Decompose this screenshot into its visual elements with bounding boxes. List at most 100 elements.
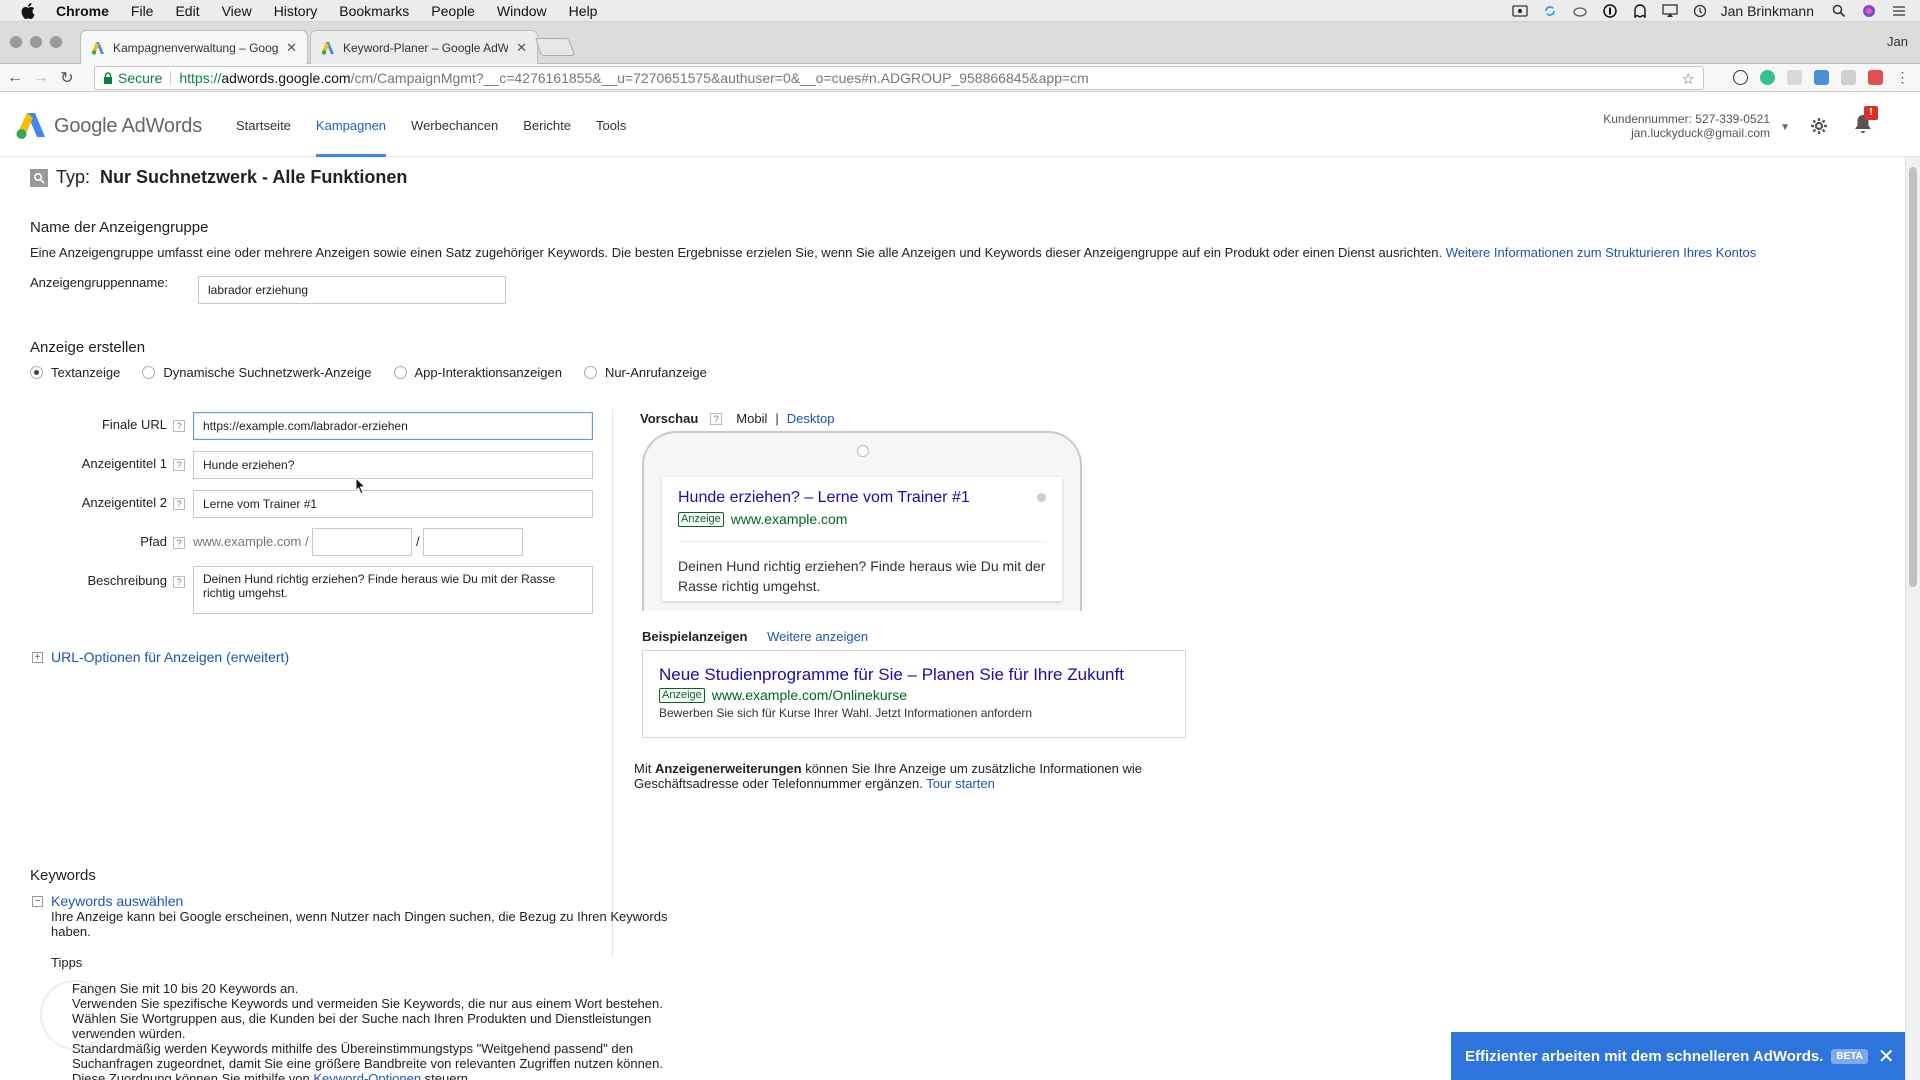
help-icon[interactable]: ?: [173, 419, 185, 432]
adwords-logo[interactable]: Google AdWords: [16, 112, 202, 140]
final-url-input[interactable]: https://example.com/labrador-erziehen: [193, 412, 593, 440]
screen-record-icon[interactable]: [1511, 4, 1529, 18]
example-ad-url: www.example.com/Onlinekurse: [711, 687, 908, 703]
tab-kampagnenverwaltung[interactable]: Kampagnenverwaltung – Goog ✕: [80, 30, 308, 64]
radio-textanzeige[interactable]: Textanzeige: [30, 365, 120, 380]
preview-desktop-toggle[interactable]: Desktop: [787, 411, 835, 426]
radio-label: Nur-Anrufanzeige: [604, 365, 707, 380]
nav-kampagnen[interactable]: Kampagnen: [315, 92, 387, 157]
tab-title: Keyword-Planer – Google AdW: [343, 40, 509, 55]
radio-app-engagement-ad[interactable]: App-Interaktionsanzeigen: [393, 365, 562, 380]
menu-history[interactable]: History: [274, 3, 318, 19]
tab-keyword-planer[interactable]: Keyword-Planer – Google AdW ✕: [310, 30, 538, 64]
expand-plus-icon: +: [32, 651, 43, 663]
back-arrow-icon[interactable]: ←: [4, 69, 26, 87]
radio-button[interactable]: [142, 366, 156, 379]
reload-icon[interactable]: ↻: [56, 68, 78, 88]
chrome-menu-icon[interactable]: ⋮: [1895, 70, 1910, 85]
mailtrack-extension-icon[interactable]: [1760, 70, 1775, 85]
forward-arrow-icon[interactable]: →: [30, 69, 52, 87]
close-window-button[interactable]: [10, 36, 22, 48]
maximize-window-button[interactable]: [50, 36, 62, 48]
menubar-user[interactable]: Jan Brinkmann: [1721, 3, 1814, 19]
minimize-window-button[interactable]: [30, 36, 42, 48]
notifications-bell-icon[interactable]: !: [1854, 106, 1878, 137]
menu-app-name[interactable]: Chrome: [56, 3, 109, 19]
time-machine-icon[interactable]: [1691, 4, 1709, 18]
radio-button[interactable]: [30, 366, 43, 379]
pinterest-extension-icon[interactable]: [1868, 70, 1883, 85]
secure-indicator[interactable]: Secure: [103, 70, 162, 86]
profile-name[interactable]: Jan: [1887, 34, 1908, 49]
menu-window[interactable]: Window: [497, 3, 547, 19]
url-options-link[interactable]: URL-Optionen für Anzeigen (erweitert): [51, 649, 289, 665]
close-icon[interactable]: ✕: [1878, 1044, 1895, 1069]
path1-input[interactable]: [312, 528, 412, 556]
ghost-icon[interactable]: [1631, 4, 1649, 18]
browser-tabstrip: Kampagnenverwaltung – Goog ✕ Keyword-Pla…: [0, 22, 1920, 64]
address-bar[interactable]: Secure https:// adwords.google.com /cm/C…: [94, 66, 1704, 90]
new-adwords-promo-banner[interactable]: Effizienter arbeiten mit dem schnelleren…: [1451, 1032, 1905, 1080]
airplay-icon[interactable]: [1661, 4, 1679, 18]
new-tab-button[interactable]: [534, 38, 576, 56]
list-item: Verwenden Sie spezifische Keywords und v…: [72, 996, 663, 1011]
help-icon[interactable]: ?: [173, 575, 185, 588]
spotlight-search-icon[interactable]: [1830, 4, 1848, 18]
headline2-input[interactable]: Lerne vom Trainer #1: [193, 490, 593, 518]
select-keywords-link[interactable]: Keywords auswählen: [51, 893, 183, 909]
path2-input[interactable]: [423, 528, 523, 556]
bookmark-star-icon[interactable]: ☆: [1682, 70, 1695, 88]
nav-werbechancen[interactable]: Werbechancen: [411, 92, 498, 157]
help-icon[interactable]: ?: [710, 412, 723, 425]
radio-call-only-ad[interactable]: Nur-Anrufanzeige: [583, 365, 707, 380]
sync-icon[interactable]: [1541, 4, 1559, 18]
help-icon[interactable]: ?: [173, 497, 185, 510]
siri-icon[interactable]: [1860, 4, 1878, 18]
account-dropdown-icon[interactable]: ▼: [1780, 122, 1790, 133]
radio-label: Textanzeige: [51, 365, 121, 380]
radio-button[interactable]: [583, 366, 597, 379]
adgroup-name-input[interactable]: labrador erziehung: [198, 276, 506, 304]
scrollbar-thumb[interactable]: [1909, 167, 1917, 587]
menu-view[interactable]: View: [222, 3, 252, 19]
help-icon[interactable]: ?: [173, 536, 185, 549]
cloud-icon[interactable]: [1571, 4, 1589, 18]
keywords-description: Ihre Anzeige kann bei Google erscheinen,…: [51, 909, 668, 939]
close-tab-icon[interactable]: ✕: [516, 40, 527, 56]
ad-badge: Anzeige: [659, 687, 705, 703]
password-manager-icon[interactable]: [1601, 4, 1619, 18]
show-more-examples-link[interactable]: Weitere anzeigen: [767, 629, 868, 644]
tag-extension-icon[interactable]: [1814, 70, 1829, 85]
radio-button[interactable]: [393, 366, 407, 379]
preview-mobile-toggle[interactable]: Mobil: [736, 411, 767, 426]
notification-center-icon[interactable]: [1890, 4, 1908, 18]
radio-dynamic-search-ad[interactable]: Dynamische Suchnetzwerk-Anzeige: [142, 365, 372, 380]
menu-bookmarks[interactable]: Bookmarks: [339, 3, 409, 19]
structure-account-link[interactable]: Weitere Informationen zum Strukturieren …: [1446, 245, 1756, 260]
description-textarea[interactable]: Deinen Hund richtig erziehen? Finde hera…: [193, 566, 593, 614]
url-options-expander[interactable]: + URL-Optionen für Anzeigen (erweitert): [32, 649, 289, 665]
example-ad: Neue Studienprogramme für Sie – Planen S…: [642, 650, 1186, 738]
code-extension-icon[interactable]: [1841, 70, 1856, 85]
example-ads-label: Beispielanzeigen: [642, 629, 748, 644]
menu-edit[interactable]: Edit: [175, 3, 199, 19]
password-extension-icon[interactable]: [1733, 70, 1748, 85]
apple-icon[interactable]: [20, 2, 36, 19]
page-scrollbar[interactable]: [1905, 157, 1920, 1080]
keyword-options-link[interactable]: Keyword-Optionen: [313, 1071, 421, 1080]
gear-icon[interactable]: [1810, 117, 1828, 138]
help-icon[interactable]: ?: [173, 458, 185, 471]
layers-extension-icon[interactable]: [1787, 70, 1802, 85]
start-tour-link[interactable]: Tour starten: [926, 776, 995, 791]
account-info[interactable]: Kundennummer: 527-339-0521 jan.luckyduck…: [1603, 112, 1770, 140]
close-tab-icon[interactable]: ✕: [286, 40, 297, 56]
nav-tools[interactable]: Tools: [596, 92, 626, 157]
nav-berichte[interactable]: Berichte: [523, 92, 571, 157]
menu-file[interactable]: File: [131, 3, 154, 19]
menu-help[interactable]: Help: [569, 3, 598, 19]
info-icon[interactable]: [1037, 493, 1046, 502]
nav-startseite[interactable]: Startseite: [236, 92, 291, 157]
keywords-expander[interactable]: − Keywords auswählen: [32, 893, 183, 909]
headline1-input[interactable]: Hunde erziehen?: [193, 451, 593, 479]
menu-people[interactable]: People: [431, 3, 475, 19]
